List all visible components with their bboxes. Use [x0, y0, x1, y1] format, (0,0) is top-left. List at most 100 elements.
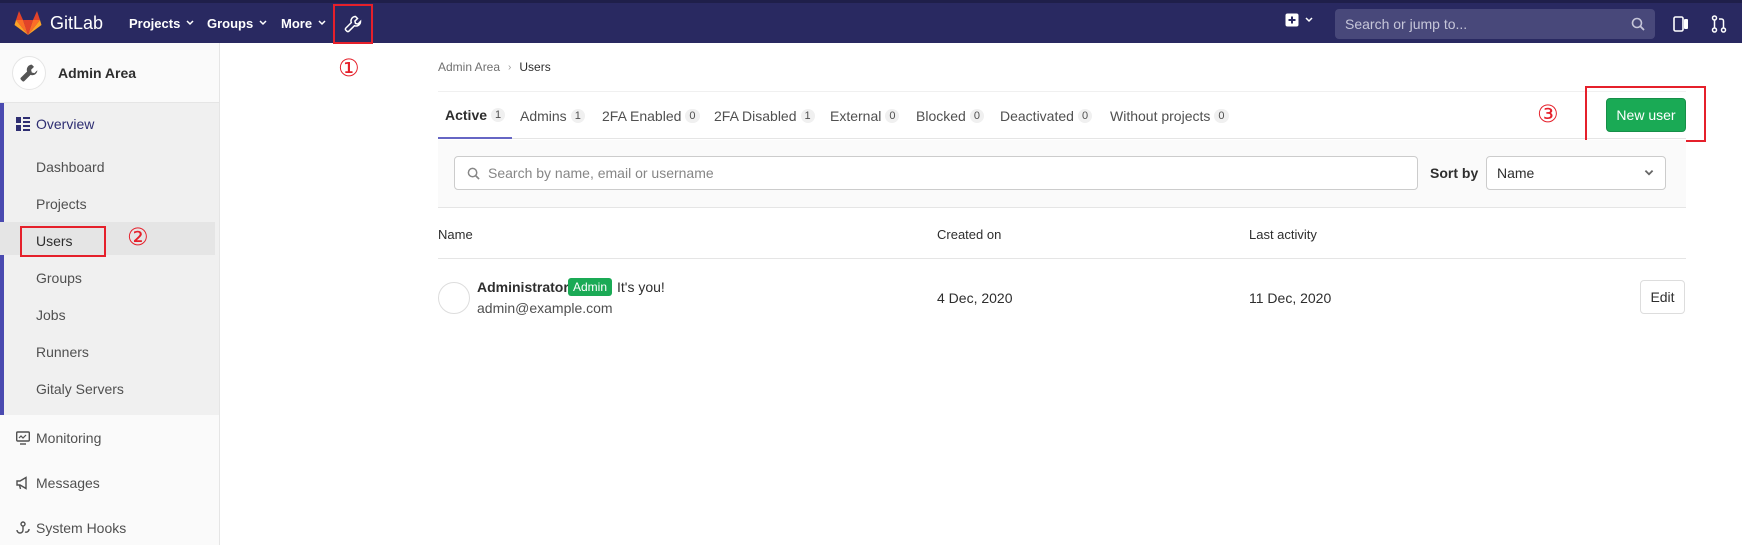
hook-icon — [16, 521, 30, 534]
column-header-created-on: Created on — [937, 227, 1002, 242]
tab-without-projects[interactable]: Without projects 0 — [1110, 92, 1229, 139]
megaphone-icon — [16, 476, 27, 490]
user-filter-tabs: Active 1 Admins 1 2FA Enabled 0 2FA Disa… — [438, 91, 1686, 139]
sidebar-item-projects[interactable]: Projects — [36, 196, 87, 212]
overview-grid-icon — [16, 117, 30, 131]
gitlab-logo-link[interactable]: GitLab — [14, 3, 103, 43]
sidebar-item-system-hooks[interactable]: System Hooks — [16, 520, 126, 536]
issues-icon[interactable] — [1673, 15, 1689, 33]
avatar[interactable] — [438, 282, 470, 314]
sidebar-item-jobs[interactable]: Jobs — [36, 307, 66, 323]
user-last-activity: 11 Dec, 2020 — [1249, 290, 1332, 306]
sidebar-overview-group — [0, 103, 219, 415]
global-search-input[interactable]: Search or jump to... — [1335, 9, 1655, 39]
user-search-placeholder: Search by name, email or username — [488, 165, 714, 181]
user-email: admin@example.com — [477, 300, 613, 316]
sidebar-overview-label: Overview — [36, 116, 95, 132]
admin-badge: Admin — [568, 278, 613, 296]
chevron-down-icon — [1305, 17, 1313, 23]
breadcrumb: Admin Area › Users — [438, 60, 551, 74]
breadcrumb-current[interactable]: Users — [519, 60, 550, 74]
tab-label: External — [830, 107, 882, 124]
annotation-highlight-users — [20, 226, 106, 257]
new-item-dropdown[interactable] — [1285, 13, 1315, 27]
annotation-marker-1: ① — [338, 54, 360, 82]
tab-count-badge: 0 — [1214, 108, 1229, 123]
tab-count-badge: 1 — [570, 108, 585, 123]
sidebar-header[interactable]: Admin Area — [0, 43, 219, 103]
nav-groups-label: Groups — [207, 15, 254, 31]
breadcrumb-admin-area[interactable]: Admin Area — [438, 60, 500, 74]
sidebar-item-overview[interactable]: Overview — [16, 116, 94, 132]
sort-by-label: Sort by — [1430, 165, 1479, 181]
chevron-down-icon — [1644, 169, 1654, 176]
admin-area-wrench-button[interactable] — [333, 4, 373, 44]
tab-blocked[interactable]: Blocked 0 — [916, 92, 984, 139]
search-icon — [1631, 17, 1645, 31]
sort-by-select[interactable]: Name — [1486, 156, 1666, 190]
nav-more-dropdown[interactable]: More — [281, 3, 327, 43]
its-you-label: It's you! — [617, 279, 665, 295]
tab-admins[interactable]: Admins 1 — [520, 92, 585, 139]
tab-2fa-enabled[interactable]: 2FA Enabled 0 — [602, 92, 700, 139]
brand-name: GitLab — [50, 12, 104, 33]
tab-label: Without projects — [1110, 107, 1211, 124]
nav-groups-dropdown[interactable]: Groups — [207, 3, 268, 43]
table-header-divider — [438, 258, 1686, 259]
annotation-marker-2: ② — [127, 223, 149, 251]
sidebar-item-monitoring[interactable]: Monitoring — [16, 430, 101, 446]
sidebar-item-gitaly-servers[interactable]: Gitaly Servers — [36, 381, 124, 397]
column-header-last-activity: Last activity — [1249, 227, 1317, 242]
user-search-input[interactable]: Search by name, email or username — [454, 156, 1418, 190]
search-icon — [467, 167, 480, 180]
tab-count-badge: 0 — [885, 108, 900, 123]
tab-count-badge: 0 — [969, 108, 984, 123]
top-navbar: GitLab Projects Groups More Search or ju… — [0, 0, 1742, 44]
monitor-icon — [16, 431, 30, 445]
sidebar-item-runners[interactable]: Runners — [36, 344, 89, 360]
tab-count-badge: 1 — [800, 108, 815, 123]
sidebar-item-dashboard[interactable]: Dashboard — [36, 159, 105, 175]
sidebar-system-hooks-label: System Hooks — [36, 520, 127, 536]
sidebar-item-messages[interactable]: Messages — [16, 475, 100, 491]
tab-external[interactable]: External 0 — [830, 92, 900, 139]
sort-by-value: Name — [1497, 165, 1535, 181]
wrench-icon — [344, 15, 362, 33]
merge-request-icon[interactable] — [1711, 15, 1727, 33]
new-user-button[interactable]: New user — [1606, 98, 1686, 132]
admin-sidebar: Admin Area Overview Dashboard Projects U… — [0, 43, 220, 545]
chevron-down-icon — [259, 20, 267, 26]
tab-label: 2FA Disabled — [714, 107, 797, 124]
breadcrumb-separator-icon: › — [508, 61, 512, 73]
sidebar-messages-label: Messages — [36, 475, 100, 491]
wrench-icon — [20, 64, 38, 81]
tab-label: Blocked — [916, 107, 966, 124]
column-header-name: Name — [438, 227, 473, 242]
tab-active[interactable]: Active 1 — [438, 92, 513, 139]
user-name-link[interactable]: Administrator — [477, 279, 569, 295]
filter-bar: Search by name, email or username Sort b… — [438, 140, 1686, 208]
sidebar-monitoring-label: Monitoring — [36, 430, 102, 446]
plus-square-icon — [1285, 13, 1299, 27]
sidebar-item-groups[interactable]: Groups — [36, 270, 82, 286]
chevron-down-icon — [318, 20, 326, 26]
sidebar-title: Admin Area — [58, 64, 137, 81]
tab-label: 2FA Enabled — [602, 107, 682, 124]
admin-area-avatar — [12, 55, 46, 90]
nav-more-label: More — [281, 15, 313, 31]
chevron-down-icon — [186, 20, 194, 26]
tab-label: Active — [445, 106, 488, 123]
nav-projects-label: Projects — [129, 15, 181, 31]
tab-count-badge: 0 — [685, 108, 700, 123]
edit-user-button[interactable]: Edit — [1640, 280, 1685, 314]
gitlab-logo-icon — [14, 11, 42, 35]
tab-label: Deactivated — [1000, 107, 1074, 124]
tab-deactivated[interactable]: Deactivated 0 — [1000, 92, 1093, 139]
tab-label: Admins — [520, 107, 567, 124]
search-placeholder: Search or jump to... — [1345, 16, 1468, 32]
nav-projects-dropdown[interactable]: Projects — [129, 3, 195, 43]
tab-count-badge: 1 — [491, 107, 506, 122]
tab-count-badge: 0 — [1077, 108, 1093, 123]
tab-2fa-disabled[interactable]: 2FA Disabled 1 — [714, 92, 815, 139]
user-created-on: 4 Dec, 2020 — [937, 290, 1013, 306]
